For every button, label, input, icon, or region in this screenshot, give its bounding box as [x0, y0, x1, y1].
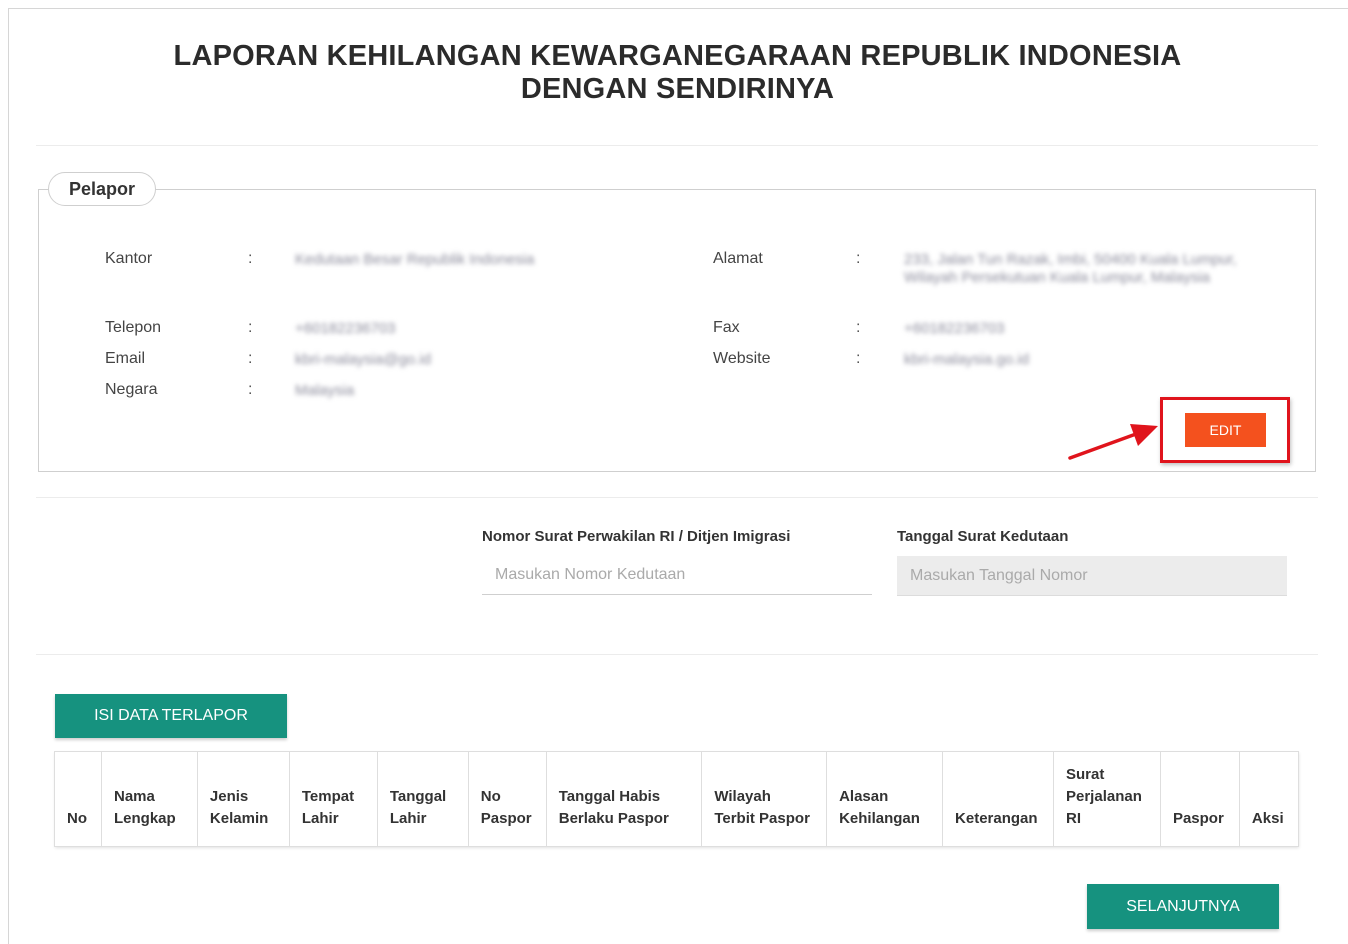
column-header-no: No — [54, 751, 102, 847]
negara-label: Negara — [105, 381, 158, 398]
kantor-value: Kedutaan Besar Republik Indonesia — [295, 251, 535, 268]
website-label: Website — [713, 350, 771, 367]
alamat-colon: : — [856, 250, 861, 267]
telepon-label: Telepon — [105, 319, 162, 336]
pelapor-legend: Pelapor — [48, 172, 157, 206]
fax-colon: : — [856, 319, 861, 336]
tanggal-surat-input[interactable] — [897, 556, 1287, 596]
column-header-paspor: Paspor — [1159, 751, 1240, 847]
nomor-surat-label: Nomor Surat Perwakilan RI / Ditjen Imigr… — [482, 528, 791, 545]
email-label: Email — [105, 350, 146, 367]
kantor-label: Kantor — [105, 250, 153, 267]
website-value: kbri-malaysia.go.id — [904, 351, 1030, 368]
negara-colon: : — [248, 381, 253, 398]
isi-data-terlapor-button[interactable]: ISI DATA TERLAPOR — [55, 694, 287, 738]
column-header-aksi: Aksi — [1238, 751, 1300, 847]
fax-value: +60182236703 — [904, 320, 1005, 337]
email-value: kbri-malaysia@go.id — [295, 351, 432, 368]
selanjutnya-button[interactable]: SELANJUTNYA — [1087, 884, 1279, 929]
fax-label: Fax — [713, 319, 740, 336]
page-title: LAPORAN KEHILANGAN KEWARGANEGARAAN REPUB… — [173, 40, 1182, 105]
terlapor-table: No Nama Lengkap Jenis Kelamin Tempat Lah… — [54, 751, 1300, 847]
column-header-surat-perjalanan: Surat Perjalanan RI — [1053, 751, 1161, 847]
column-header-tanggal-lahir: Tanggal Lahir — [376, 751, 469, 847]
telepon-colon: : — [248, 319, 253, 336]
divider-middle — [36, 497, 1318, 498]
column-header-wilayah-terbit: Wilayah Terbit Paspor — [701, 751, 828, 847]
telepon-value: +60182236703 — [295, 320, 396, 337]
divider-top — [36, 145, 1318, 146]
email-colon: : — [248, 350, 253, 367]
column-header-no-paspor: No Paspor — [467, 751, 547, 847]
negara-value: Malaysia — [295, 382, 355, 399]
column-header-keterangan: Keterangan — [942, 751, 1054, 847]
table-header-row: No Nama Lengkap Jenis Kelamin Tempat Lah… — [54, 751, 1300, 847]
column-header-tanggal-habis: Tanggal Habis Berlaku Paspor — [545, 751, 703, 847]
kantor-colon: : — [248, 250, 253, 267]
nomor-surat-input[interactable] — [482, 555, 872, 595]
column-header-alasan-kehilangan: Alasan Kehilangan — [826, 751, 944, 847]
annotation-arrow-icon — [1068, 424, 1158, 460]
edit-button[interactable]: EDIT — [1185, 413, 1266, 447]
column-header-tempat-lahir: Tempat Lahir — [288, 751, 378, 847]
alamat-value: 233, Jalan Tun Razak, Imbi, 50400 Kuala … — [904, 251, 1237, 286]
website-colon: : — [856, 350, 861, 367]
divider-lower — [36, 654, 1318, 655]
alamat-label: Alamat — [713, 250, 763, 267]
column-header-jenis-kelamin: Jenis Kelamin — [196, 751, 290, 847]
column-header-nama-lengkap: Nama Lengkap — [100, 751, 198, 847]
tanggal-surat-label: Tanggal Surat Kedutaan — [897, 528, 1069, 545]
